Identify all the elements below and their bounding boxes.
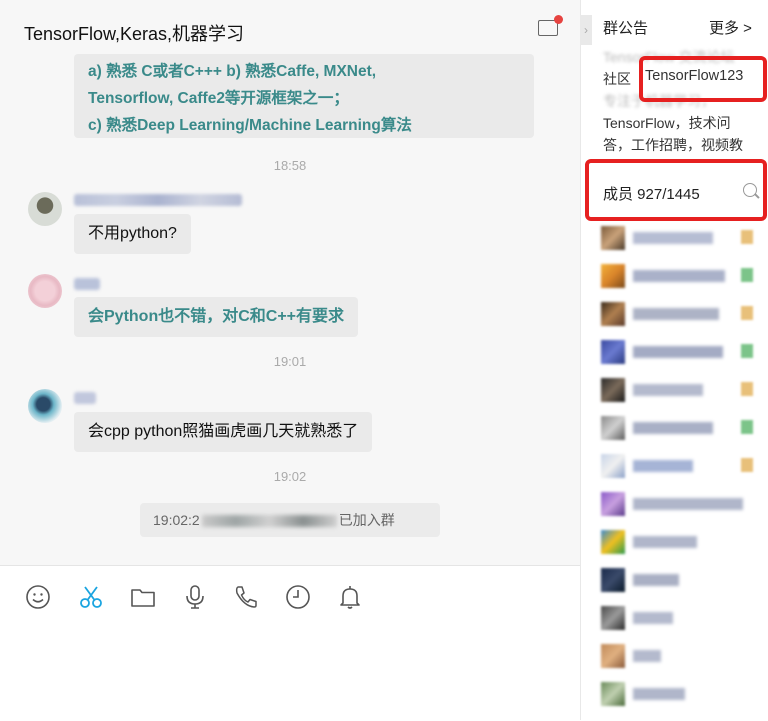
badge-icon <box>741 306 753 320</box>
avatar[interactable] <box>28 192 62 226</box>
member-name-blurred <box>633 574 679 586</box>
highlight-box <box>639 56 767 102</box>
message-bubble: 会cpp python照猫画虎画几天就熟悉了 <box>74 412 373 452</box>
group-sidebar: 群公告 更多 > TensorFlow 交流论坛 社区 专注于机器学习， Ten… <box>580 0 768 720</box>
badge-icon <box>741 268 753 282</box>
member-item[interactable] <box>601 264 761 288</box>
avatar <box>601 302 625 326</box>
avatar <box>601 492 625 516</box>
member-item[interactable] <box>601 340 761 364</box>
member-name-blurred <box>633 346 723 358</box>
member-name-blurred <box>633 612 673 624</box>
member-item[interactable] <box>601 644 761 668</box>
highlight-box <box>585 159 767 221</box>
member-item[interactable] <box>601 416 761 440</box>
avatar <box>601 644 625 668</box>
member-item[interactable] <box>601 378 761 402</box>
smiley-icon[interactable] <box>25 584 51 610</box>
clock-icon[interactable] <box>285 584 311 610</box>
message-bubble: 会Python也不错，对C和C++有要求 <box>74 297 359 337</box>
message-line: a) 熟悉 C或者C+++ b) 熟悉Caffe, MXNet, <box>88 63 377 80</box>
member-name-blurred <box>633 460 693 472</box>
join-time: 19:02:2 <box>153 512 200 528</box>
timestamp: 19:02 <box>273 469 307 484</box>
member-item[interactable] <box>601 454 761 478</box>
badge-icon <box>741 458 753 472</box>
announcement-icon[interactable] <box>538 15 563 36</box>
more-link[interactable]: 更多 > <box>709 17 752 38</box>
message-bubble-requirements: a) 熟悉 C或者C+++ b) 熟悉Caffe, MXNet, Tensorf… <box>74 54 534 138</box>
avatar <box>601 340 625 364</box>
avatar <box>601 416 625 440</box>
timestamp: 18:58 <box>273 158 307 173</box>
sender-name-blurred <box>74 392 96 404</box>
bell-icon[interactable] <box>337 584 363 610</box>
badge-icon <box>741 420 753 434</box>
member-name-blurred <box>633 270 725 282</box>
phone-icon[interactable] <box>233 584 259 610</box>
badge-icon <box>741 230 753 244</box>
chat-title: TensorFlow,Keras,机器学习 <box>24 24 245 44</box>
member-item[interactable] <box>601 568 761 592</box>
member-name-blurred <box>633 232 713 244</box>
avatar <box>601 606 625 630</box>
avatar[interactable] <box>28 389 62 423</box>
member-item[interactable] <box>601 606 761 630</box>
collapse-sidebar-icon[interactable]: › <box>580 15 592 45</box>
avatar <box>601 226 625 250</box>
microphone-icon[interactable] <box>182 584 208 610</box>
avatar <box>601 454 625 478</box>
intro-line: TensorFlow，技术问 <box>603 115 731 131</box>
badge-icon <box>741 382 753 396</box>
member-name-blurred <box>633 498 743 510</box>
member-item[interactable] <box>601 302 761 326</box>
system-join-notice: 19:02:2 已加入群 <box>140 503 440 537</box>
avatar <box>601 378 625 402</box>
chat-panel: TensorFlow,Keras,机器学习 a) 熟悉 C或者C+++ b) 熟… <box>0 0 580 721</box>
folder-icon[interactable] <box>130 584 156 610</box>
intro-line: 答，工作招聘，视频教 <box>603 137 743 153</box>
chat-header: TensorFlow,Keras,机器学习 <box>0 0 580 58</box>
sender-name-blurred <box>74 278 100 290</box>
avatar <box>601 568 625 592</box>
member-name-blurred <box>633 688 685 700</box>
avatar <box>601 682 625 706</box>
badge-icon <box>741 344 753 358</box>
message-bubble: 不用python? <box>74 214 191 254</box>
member-item[interactable] <box>601 530 761 554</box>
member-name-blurred <box>633 384 703 396</box>
unread-dot <box>554 15 563 24</box>
avatar <box>601 264 625 288</box>
member-item[interactable] <box>601 682 761 706</box>
sender-name-blurred <box>74 194 242 206</box>
member-name-blurred <box>633 536 697 548</box>
member-item[interactable] <box>601 492 761 516</box>
timestamp: 19:01 <box>273 354 307 369</box>
message-line: Tensorflow, Caffe2等开源框架之一； <box>88 90 349 107</box>
member-name-blurred <box>633 422 713 434</box>
scissors-icon[interactable] <box>78 584 104 610</box>
join-text: 已加入群 <box>338 512 395 528</box>
joined-user-blurred <box>201 515 337 528</box>
member-name-blurred <box>633 650 661 662</box>
member-item[interactable] <box>601 226 761 250</box>
avatar <box>601 530 625 554</box>
message-line: c) 熟悉Deep Learning/Machine Learning算法 <box>88 117 412 134</box>
member-name-blurred <box>633 308 719 320</box>
announcement-title: 群公告 <box>603 20 649 37</box>
input-toolbar <box>0 565 580 721</box>
avatar[interactable] <box>28 274 62 308</box>
